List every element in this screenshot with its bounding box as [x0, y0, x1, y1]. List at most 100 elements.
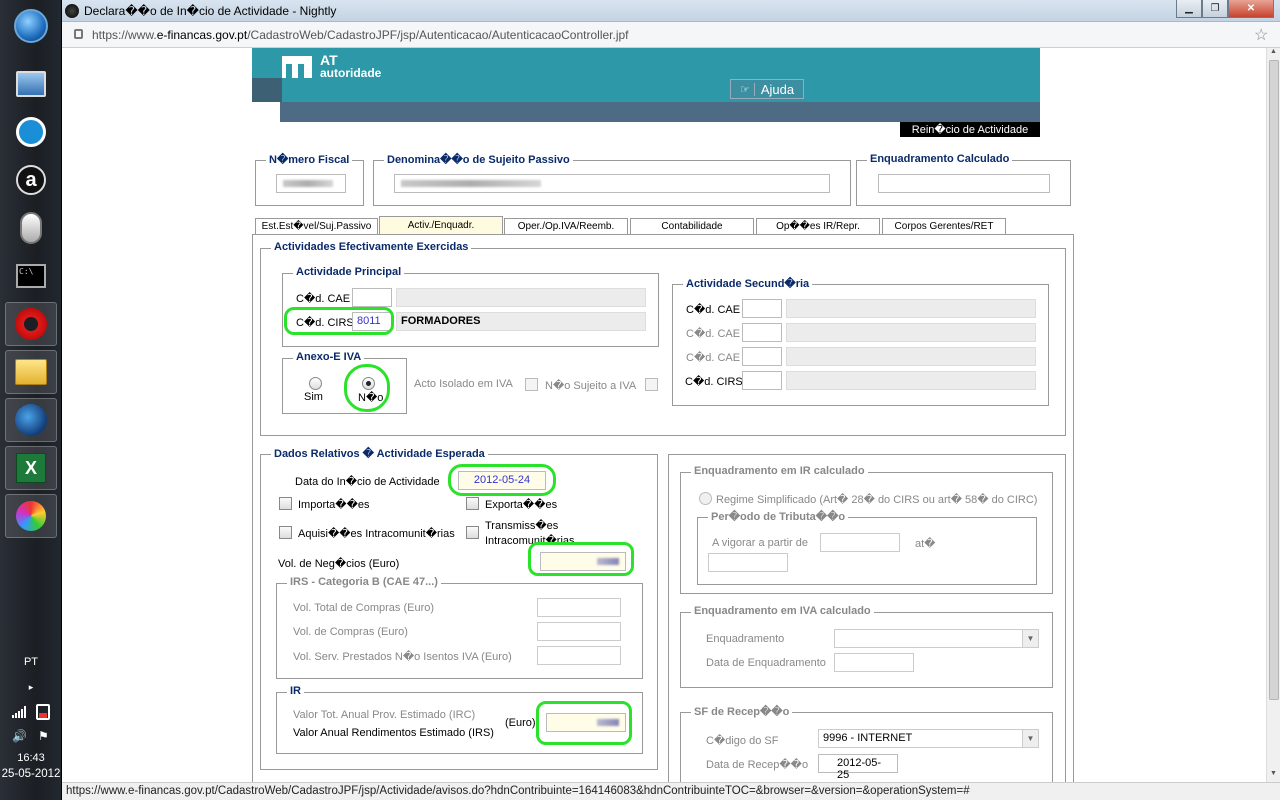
language-indicator[interactable]: PT [0, 656, 62, 668]
taskbar-paint-app[interactable] [5, 494, 57, 538]
title-bar: Declara��o de In�cio de Actividade - Nig… [62, 0, 1280, 22]
nao-sujeito-checkbox[interactable] [645, 378, 658, 391]
irs-legend: IRS - Categoria B (CAE 47...) [287, 576, 441, 588]
tab-est-estavel[interactable]: Est.Est�vel/Suj.Passivo [255, 218, 378, 234]
windows-orb-icon [14, 9, 48, 43]
scroll-up-icon[interactable]: ▲ [1270, 48, 1277, 55]
vol-servicos-label: Vol. Serv. Prestados N�o Isentos IVA (Eu… [293, 651, 512, 663]
a-app-icon: a [16, 165, 46, 195]
star-bookmark-icon[interactable]: ☆ [1254, 25, 1268, 45]
codigo-sf-value: 9996 - INTERNET [823, 732, 913, 744]
tab-opcoes-ir[interactable]: Op��es IR/Repr. [756, 218, 880, 234]
tab-activ-enquadr[interactable]: Activ./Enquadr. [379, 216, 503, 234]
nif-legend: N�mero Fiscal [266, 153, 353, 166]
vigorar-input[interactable] [820, 533, 900, 552]
tray-expand-icon[interactable]: ▸ [0, 682, 62, 693]
importacoes-checkbox[interactable] [279, 497, 292, 510]
actividades-legend: Actividades Efectivamente Exercidas [271, 241, 472, 253]
taskbar-excel-app[interactable]: X [5, 446, 57, 490]
nif-input[interactable] [276, 174, 346, 193]
sec-cae-1-desc [786, 299, 1036, 318]
browser-window: Declara��o de In�cio de Actividade - Nig… [62, 0, 1280, 800]
taskbar-opera-app[interactable] [5, 302, 57, 346]
data-inicio-label: Data do In�cio de Actividade [295, 476, 440, 488]
enq-iva-legend: Enquadramento em IVA calculado [691, 605, 874, 617]
sec-cirs-input[interactable] [742, 371, 782, 390]
taskbar-firefox-app[interactable] [5, 398, 57, 442]
valor-irs-label: Valor Anual Rendimentos Estimado (IRS) [293, 727, 494, 739]
ajuda-button[interactable]: ☞ Ajuda [730, 79, 804, 99]
enq-ir-legend: Enquadramento em IR calculado [691, 465, 868, 477]
cae-description [396, 288, 646, 307]
principal-legend: Actividade Principal [293, 266, 405, 278]
acto-isolado-checkbox[interactable] [525, 378, 538, 391]
aquisicoes-checkbox[interactable] [279, 526, 292, 539]
start-button[interactable] [5, 4, 57, 48]
status-bar: https://www.e-financas.gov.pt/CadastroWe… [62, 782, 1280, 800]
minimize-button[interactable]: ▁ [1176, 0, 1202, 18]
vertical-scrollbar[interactable]: ▲ ▼ [1266, 48, 1280, 782]
sec-cae-3-input[interactable] [742, 347, 782, 366]
sec-cae-2-input[interactable] [742, 323, 782, 342]
tab-contabilidade[interactable]: Contabilidade [630, 218, 754, 234]
enquadramento-input[interactable] [878, 174, 1050, 193]
sec-cae-1-input[interactable] [742, 299, 782, 318]
vigorar-label: A vigorar a partir de [712, 537, 808, 549]
ate-input[interactable] [708, 553, 788, 572]
tab-corpos-gerentes[interactable]: Corpos Gerentes/RET [882, 218, 1006, 234]
codigo-sf-select[interactable]: 9996 - INTERNET ▼ [818, 729, 1039, 748]
denominacao-input[interactable] [394, 174, 830, 193]
restore-button[interactable]: ❐ [1202, 0, 1228, 18]
taskbar-amazon-app[interactable]: a [5, 158, 57, 202]
denominacao-fieldset: Denomina��o de Sujeito Passivo [373, 153, 851, 206]
clock-date[interactable]: 25-05-2012 [0, 768, 62, 780]
volume-icon[interactable]: 🔊 [12, 729, 27, 743]
window-title: Declara��o de In�cio de Actividade - Nig… [84, 4, 337, 18]
clock-time[interactable]: 16:43 [0, 752, 62, 764]
scroll-down-icon[interactable]: ▼ [1270, 770, 1277, 777]
vol-compras-total-input[interactable] [537, 598, 621, 617]
enquadramento-select[interactable]: ▼ [834, 629, 1039, 648]
taskbar-cmd-app[interactable]: C:\ [5, 254, 57, 298]
signal-icon[interactable] [12, 706, 26, 718]
vol-compras-input[interactable] [537, 622, 621, 641]
sim-radio[interactable] [309, 377, 322, 390]
excel-icon: X [16, 453, 46, 483]
taskbar-mouse-app[interactable] [5, 206, 57, 250]
aquisicoes-label: Aquisi��es Intracomunit�rias [298, 528, 455, 540]
transmissoes-checkbox[interactable] [466, 526, 479, 539]
sec-cirs-label: C�d. CIRS [685, 376, 743, 388]
nif-fieldset: N�mero Fiscal [255, 153, 364, 206]
regime-simplificado-radio[interactable] [699, 492, 712, 505]
chevron-down-icon: ▼ [1022, 630, 1038, 647]
denominacao-legend: Denomina��o de Sujeito Passivo [384, 153, 573, 166]
vol-servicos-input[interactable] [537, 646, 621, 665]
highlight-nao [344, 364, 390, 412]
battery-icon[interactable] [36, 704, 50, 720]
address-bar[interactable]: https://www.e-financas.gov.pt/CadastroWe… [62, 22, 1280, 48]
vol-negocios-label: Vol. de Neg�cios (Euro) [278, 558, 400, 570]
cae-input[interactable] [352, 288, 392, 307]
sec-cae-3-label: C�d. CAE [686, 352, 741, 364]
close-button[interactable]: ✕ [1228, 0, 1274, 18]
codigo-sf-label: C�digo do SF [706, 735, 779, 747]
exportacoes-checkbox[interactable] [466, 497, 479, 510]
taskbar-explorer-app[interactable] [5, 350, 57, 394]
enquadramento-label: Enquadramento [706, 633, 785, 645]
sim-label: Sim [304, 391, 323, 403]
highlight-cirs [284, 307, 394, 335]
cae-label: C�d. CAE [296, 293, 351, 305]
flag-icon[interactable]: ⚑ [38, 729, 49, 743]
data-recepcao-input[interactable]: 2012-05-25 [818, 754, 898, 781]
tab-oper-iva[interactable]: Oper./Op.IVA/Reemb. [504, 218, 628, 234]
scrollbar-thumb[interactable] [1269, 60, 1279, 700]
taskbar-network-app[interactable] [5, 62, 57, 106]
terminal-icon: C:\ [16, 264, 46, 288]
url-text[interactable]: https://www.e-financas.gov.pt/CadastroWe… [92, 28, 629, 42]
data-enq-input[interactable] [834, 653, 914, 672]
taskbar-ccleaner-app[interactable] [5, 110, 57, 154]
palette-icon [16, 501, 46, 531]
euro-label: (Euro) [505, 717, 536, 729]
ate-label: at� [915, 538, 936, 550]
vol-compras-total-label: Vol. Total de Compras (Euro) [293, 602, 435, 614]
